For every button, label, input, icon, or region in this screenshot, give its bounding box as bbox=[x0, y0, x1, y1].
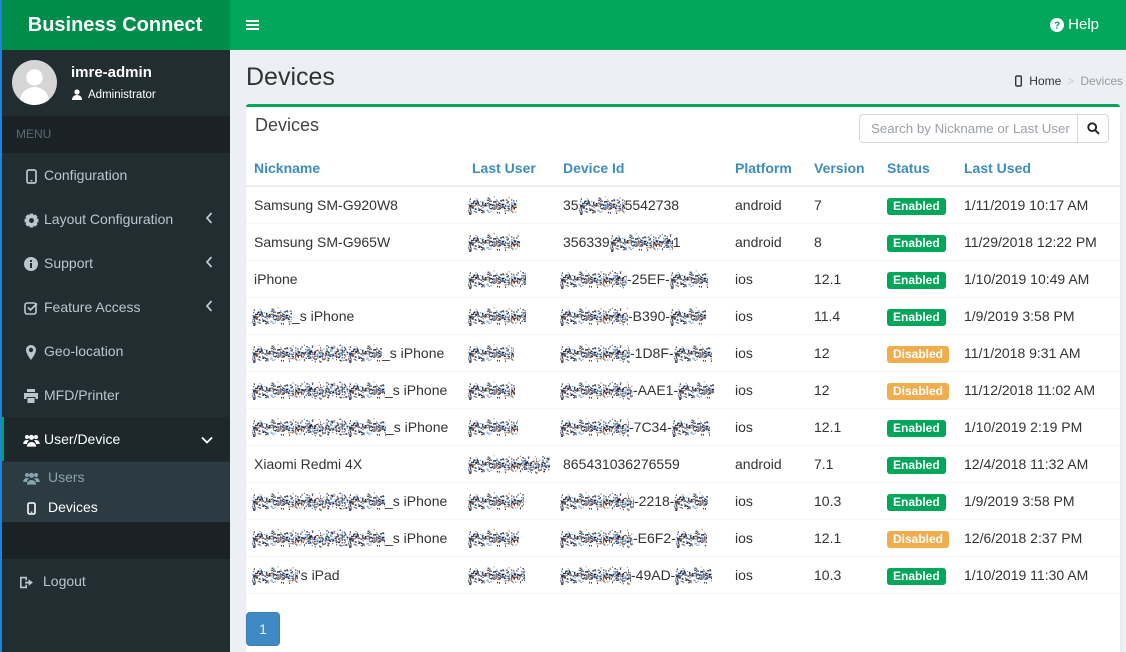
svg-text:?: ? bbox=[1054, 21, 1060, 32]
